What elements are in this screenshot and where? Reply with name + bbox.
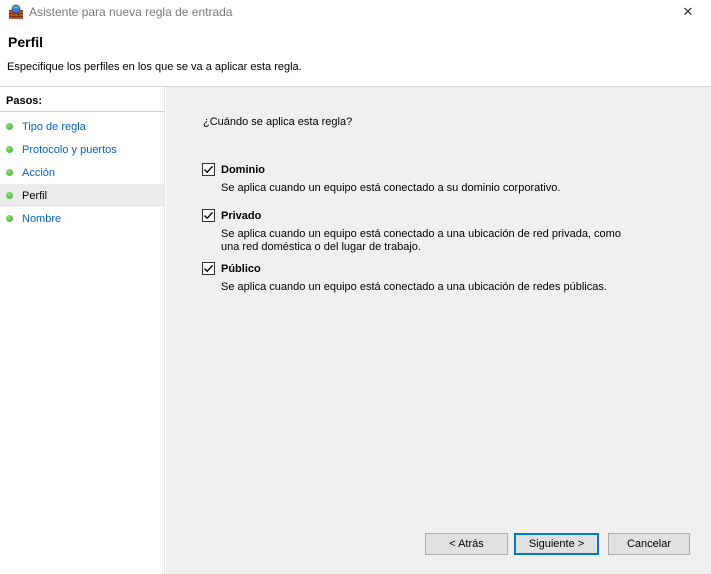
checkmark-icon [204,264,214,273]
title-bar: Asistente para nueva regla de entrada ✕ [0,0,711,24]
option-publico: Público Se aplica cuando un equipo está … [202,262,621,294]
dominio-label[interactable]: Dominio [221,164,265,176]
close-icon: ✕ [682,4,694,19]
step-nombre[interactable]: Nombre [0,207,164,230]
green-dot-icon [6,192,13,199]
privado-description: Se aplica cuando un equipo está conectad… [221,228,621,253]
page-description: Especifique los perfiles en los que se v… [7,61,302,73]
step-label: Acción [22,166,56,179]
publico-checkbox[interactable] [202,262,215,275]
dominio-description: Se aplica cuando un equipo está conectad… [221,182,561,194]
question-text: ¿Cuándo se aplica esta regla? [203,116,353,128]
firewall-icon [8,4,24,20]
dominio-checkbox[interactable] [202,163,215,176]
step-label: Nombre [22,212,62,225]
step-accion[interactable]: Acción [0,161,164,184]
steps-sidebar: Pasos: Tipo de regla Protocolo y puertos… [0,87,165,574]
green-dot-icon [6,123,13,130]
green-dot-icon [6,146,13,153]
step-tipo-de-regla[interactable]: Tipo de regla [0,115,164,138]
privado-checkbox[interactable] [202,209,215,222]
step-label: Protocolo y puertos [22,143,117,156]
cancel-button[interactable]: Cancelar [608,533,690,555]
page-title: Perfil [8,34,44,50]
green-dot-icon [6,215,13,222]
steps-list: Tipo de regla Protocolo y puertos Acción… [0,115,164,230]
step-perfil[interactable]: Perfil [0,184,164,207]
step-protocolo-y-puertos[interactable]: Protocolo y puertos [0,138,164,161]
steps-title: Pasos: [6,95,43,107]
checkmark-icon [204,165,214,174]
step-label: Tipo de regla [22,120,86,133]
next-button[interactable]: Siguiente > [514,533,599,555]
option-privado: Privado Se aplica cuando un equipo está … [202,209,621,254]
steps-divider [0,111,164,112]
publico-description: Se aplica cuando un equipo está conectad… [221,281,607,293]
close-button[interactable]: ✕ [665,0,711,24]
option-dominio: Dominio Se aplica cuando un equipo está … [202,163,621,195]
green-dot-icon [6,169,13,176]
publico-label[interactable]: Público [221,263,261,275]
privado-label[interactable]: Privado [221,210,261,222]
window-title: Asistente para nueva regla de entrada [29,5,233,19]
main-panel: ¿Cuándo se aplica esta regla? Dominio Se… [166,87,711,574]
step-label: Perfil [22,189,48,202]
wizard-header: Perfil Especifique los perfiles en los q… [0,24,711,86]
checkmark-icon [204,211,214,220]
back-button[interactable]: < Atrás [425,533,508,555]
